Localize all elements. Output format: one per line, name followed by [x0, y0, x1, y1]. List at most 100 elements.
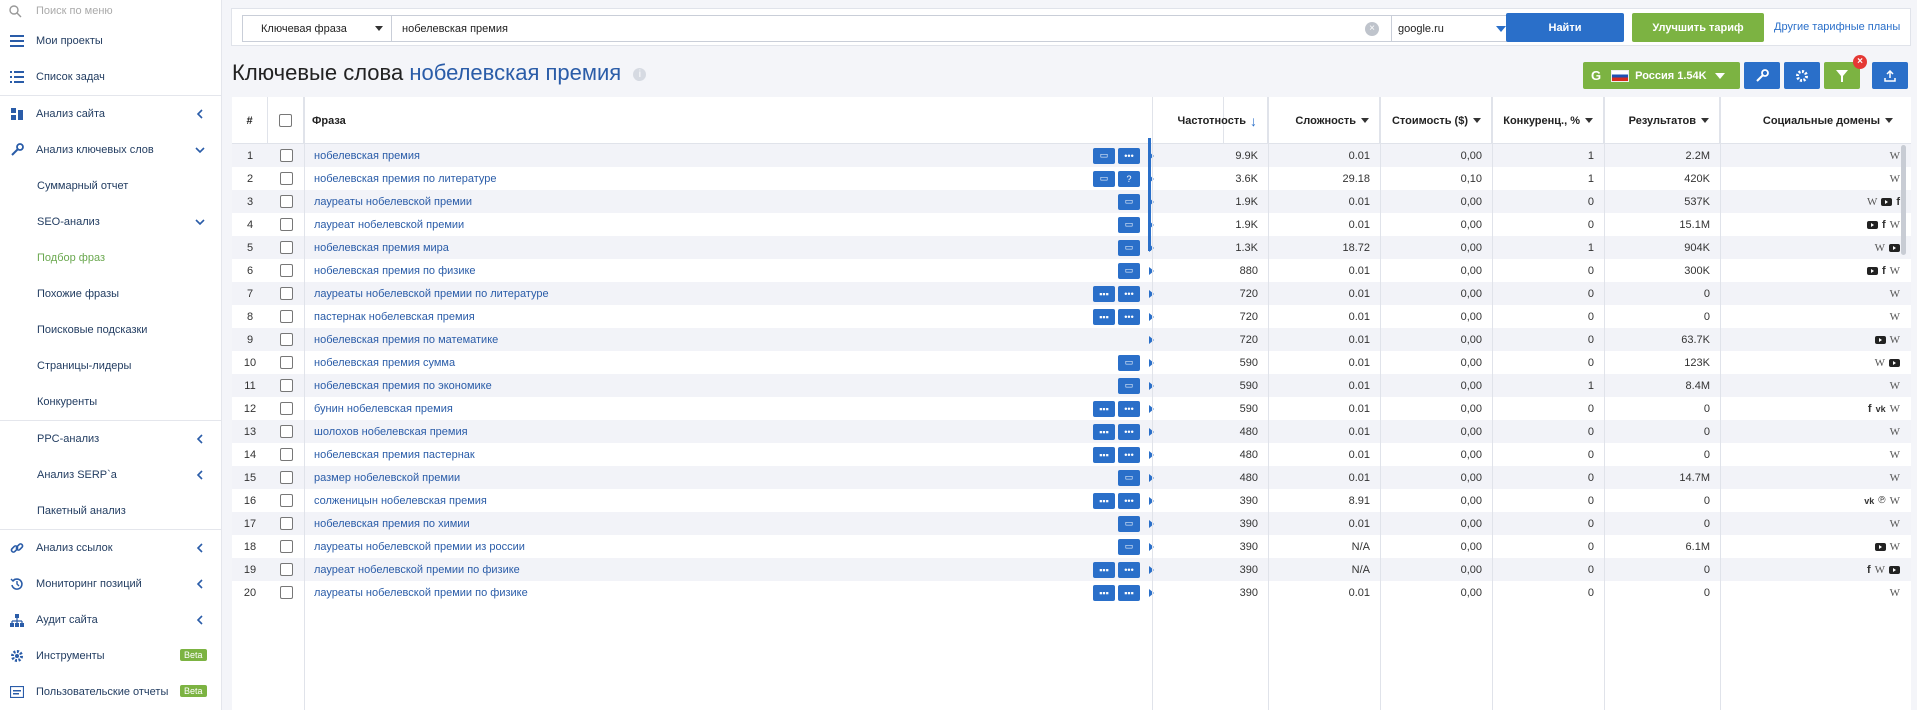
wikipedia-icon[interactable]: W [1890, 495, 1900, 507]
table-row[interactable]: 14 нобелевская премия пастернак ▪▪▪ ••• 480 0… [232, 443, 1911, 466]
more-icon[interactable]: ••• [1118, 285, 1140, 302]
row-checkbox[interactable] [279, 149, 293, 162]
sidebar-item-tools[interactable]: Инструменты Beta [0, 638, 221, 674]
vk-icon[interactable]: vk [1864, 496, 1874, 506]
table-row[interactable]: 3 лауреаты нобелевской премии ▭ 1.9K 0.01 0,0… [232, 190, 1911, 213]
other-plans-link[interactable]: Другие тарифные планы [1774, 21, 1900, 33]
sidebar-item-site-audit[interactable]: Аудит сайта [0, 602, 221, 638]
youtube-icon[interactable] [1889, 243, 1900, 252]
row-checkbox[interactable] [279, 494, 293, 507]
more-icon[interactable]: ••• [1118, 308, 1140, 325]
more-icon[interactable]: ••• [1118, 561, 1140, 578]
facebook-icon[interactable]: f [1882, 265, 1886, 277]
sidebar-item-my-projects[interactable]: Мои проекты [0, 22, 221, 59]
export-button[interactable] [1872, 62, 1908, 89]
wikipedia-icon[interactable]: W [1890, 265, 1900, 277]
comment-icon[interactable]: ▭ [1118, 515, 1140, 532]
sidebar-item-seo-analysis[interactable]: SEO-анализ [0, 204, 221, 240]
phrase-link[interactable]: лауреат нобелевской премии по физике [314, 558, 520, 581]
table-row[interactable]: 12 бунин нобелевская премия ▪▪▪ ••• 590 0.01 0… [232, 397, 1911, 420]
info-icon[interactable]: i [633, 67, 647, 81]
comment-icon[interactable]: ▭ [1118, 216, 1140, 233]
question-icon[interactable]: ? [1118, 170, 1140, 187]
clear-filter-icon[interactable]: × [1853, 55, 1867, 69]
facebook-icon[interactable]: f [1896, 196, 1900, 208]
row-checkbox[interactable] [279, 264, 293, 277]
sidebar-item-similar-phrases[interactable]: Похожие фразы [0, 276, 221, 312]
more-icon[interactable]: ••• [1118, 446, 1140, 463]
search-type-dropdown[interactable]: Ключевая фраза [242, 15, 392, 42]
wikipedia-icon[interactable]: W [1890, 472, 1900, 484]
grid-icon[interactable]: ▪▪▪ [1093, 492, 1115, 509]
sidebar-item-leader-pages[interactable]: Страницы-лидеры [0, 348, 221, 384]
phrase-link[interactable]: пастернак нобелевская премия [314, 305, 475, 328]
table-row[interactable]: 2 нобелевская премия по литературе ▭? 3.6K 2… [232, 167, 1911, 190]
phrase-link[interactable]: лауреат нобелевской премии [314, 213, 464, 236]
comment-icon[interactable]: ▭ [1118, 469, 1140, 486]
keyword-input[interactable] [392, 15, 1392, 42]
sidebar-item-link-analysis[interactable]: Анализ ссылок [0, 530, 221, 566]
facebook-icon[interactable]: f [1867, 564, 1871, 576]
comment-icon[interactable]: ▭ [1118, 239, 1140, 256]
table-row[interactable]: 20 лауреаты нобелевской премии по физике ▪… [232, 581, 1911, 604]
phrase-link[interactable]: бунин нобелевская премия [314, 397, 453, 420]
row-checkbox[interactable] [279, 241, 293, 254]
row-checkbox[interactable] [279, 310, 293, 323]
more-icon[interactable]: ••• [1118, 423, 1140, 440]
phrase-link[interactable]: нобелевская премия по литературе [314, 167, 496, 190]
row-checkbox[interactable] [279, 471, 293, 484]
phrase-link[interactable]: нобелевская премия по экономике [314, 374, 492, 397]
wikipedia-icon[interactable]: W [1890, 426, 1900, 438]
phrase-link[interactable]: нобелевская премия по физике [314, 259, 476, 282]
phrase-link[interactable]: нобелевская премия по математике [314, 328, 498, 351]
row-checkbox[interactable] [279, 172, 293, 185]
table-row[interactable]: 16 солженицын нобелевская премия ▪▪▪ ••• 390… [232, 489, 1911, 512]
phrase-link[interactable]: нобелевская премия по химии [314, 512, 470, 535]
select-all-checkbox[interactable] [279, 114, 292, 127]
col-social[interactable]: Социальные домены [1720, 97, 1911, 144]
table-row[interactable]: 13 шолохов нобелевская премия ▪▪▪ ••• 480 0.0… [232, 420, 1911, 443]
more-icon[interactable]: ••• [1118, 147, 1140, 164]
row-checkbox[interactable] [279, 517, 293, 530]
youtube-icon[interactable] [1874, 335, 1886, 344]
menu-search[interactable]: Поиск по меню [0, 0, 221, 22]
sidebar-item-serp-analysis[interactable]: Анализ SERP`a [0, 457, 221, 493]
comment-icon[interactable]: ▭ [1118, 262, 1140, 279]
row-checkbox[interactable] [279, 218, 293, 231]
wikipedia-icon[interactable]: W [1875, 357, 1885, 369]
grid-icon[interactable]: ▪▪▪ [1093, 584, 1115, 601]
row-checkbox[interactable] [279, 586, 293, 599]
col-frequency[interactable]: Частотность ↓ [1152, 97, 1268, 144]
row-checkbox[interactable] [279, 356, 293, 369]
table-row[interactable]: 19 лауреат нобелевской премии по физике ▪▪… [232, 558, 1911, 581]
wikipedia-icon[interactable]: W [1890, 334, 1900, 346]
sidebar-item-summary-report[interactable]: Суммарный отчет [0, 168, 221, 204]
sidebar-item-search-suggestions[interactable]: Поисковые подсказки [0, 312, 221, 348]
sidebar-item-keyword-analysis[interactable]: Анализ ключевых слов [0, 132, 221, 168]
youtube-icon[interactable] [1881, 197, 1893, 206]
grid-icon[interactable]: ▪▪▪ [1093, 561, 1115, 578]
find-button[interactable]: Найти [1506, 13, 1624, 42]
youtube-icon[interactable] [1889, 565, 1900, 574]
more-icon[interactable]: ••• [1118, 492, 1140, 509]
wikipedia-icon[interactable]: W [1890, 311, 1900, 323]
more-icon[interactable]: ••• [1118, 400, 1140, 417]
facebook-icon[interactable]: f [1868, 403, 1872, 415]
col-results[interactable]: Результатов [1604, 97, 1720, 144]
grid-icon[interactable]: ▪▪▪ [1093, 308, 1115, 325]
wikipedia-icon[interactable]: W [1890, 518, 1900, 530]
row-checkbox[interactable] [279, 402, 293, 415]
comment-icon[interactable]: ▭ [1118, 538, 1140, 555]
vk-icon[interactable]: vk [1876, 404, 1886, 414]
comment-icon[interactable]: ▭ [1093, 147, 1115, 164]
wikipedia-icon[interactable]: W [1890, 403, 1900, 415]
wikipedia-icon[interactable]: W [1867, 196, 1877, 208]
table-row[interactable]: 9 нобелевская премия по математике 720 0.01… [232, 328, 1911, 351]
phrase-link[interactable]: шолохов нобелевская премия [314, 420, 468, 443]
comment-icon[interactable]: ▭ [1118, 377, 1140, 394]
comment-icon[interactable]: ▭ [1093, 170, 1115, 187]
wikipedia-icon[interactable]: W [1890, 150, 1900, 162]
col-phrase[interactable]: Фраза [304, 97, 1224, 144]
sidebar-item-position-monitoring[interactable]: Мониторинг позиций [0, 566, 221, 602]
grid-icon[interactable]: ▪▪▪ [1093, 400, 1115, 417]
